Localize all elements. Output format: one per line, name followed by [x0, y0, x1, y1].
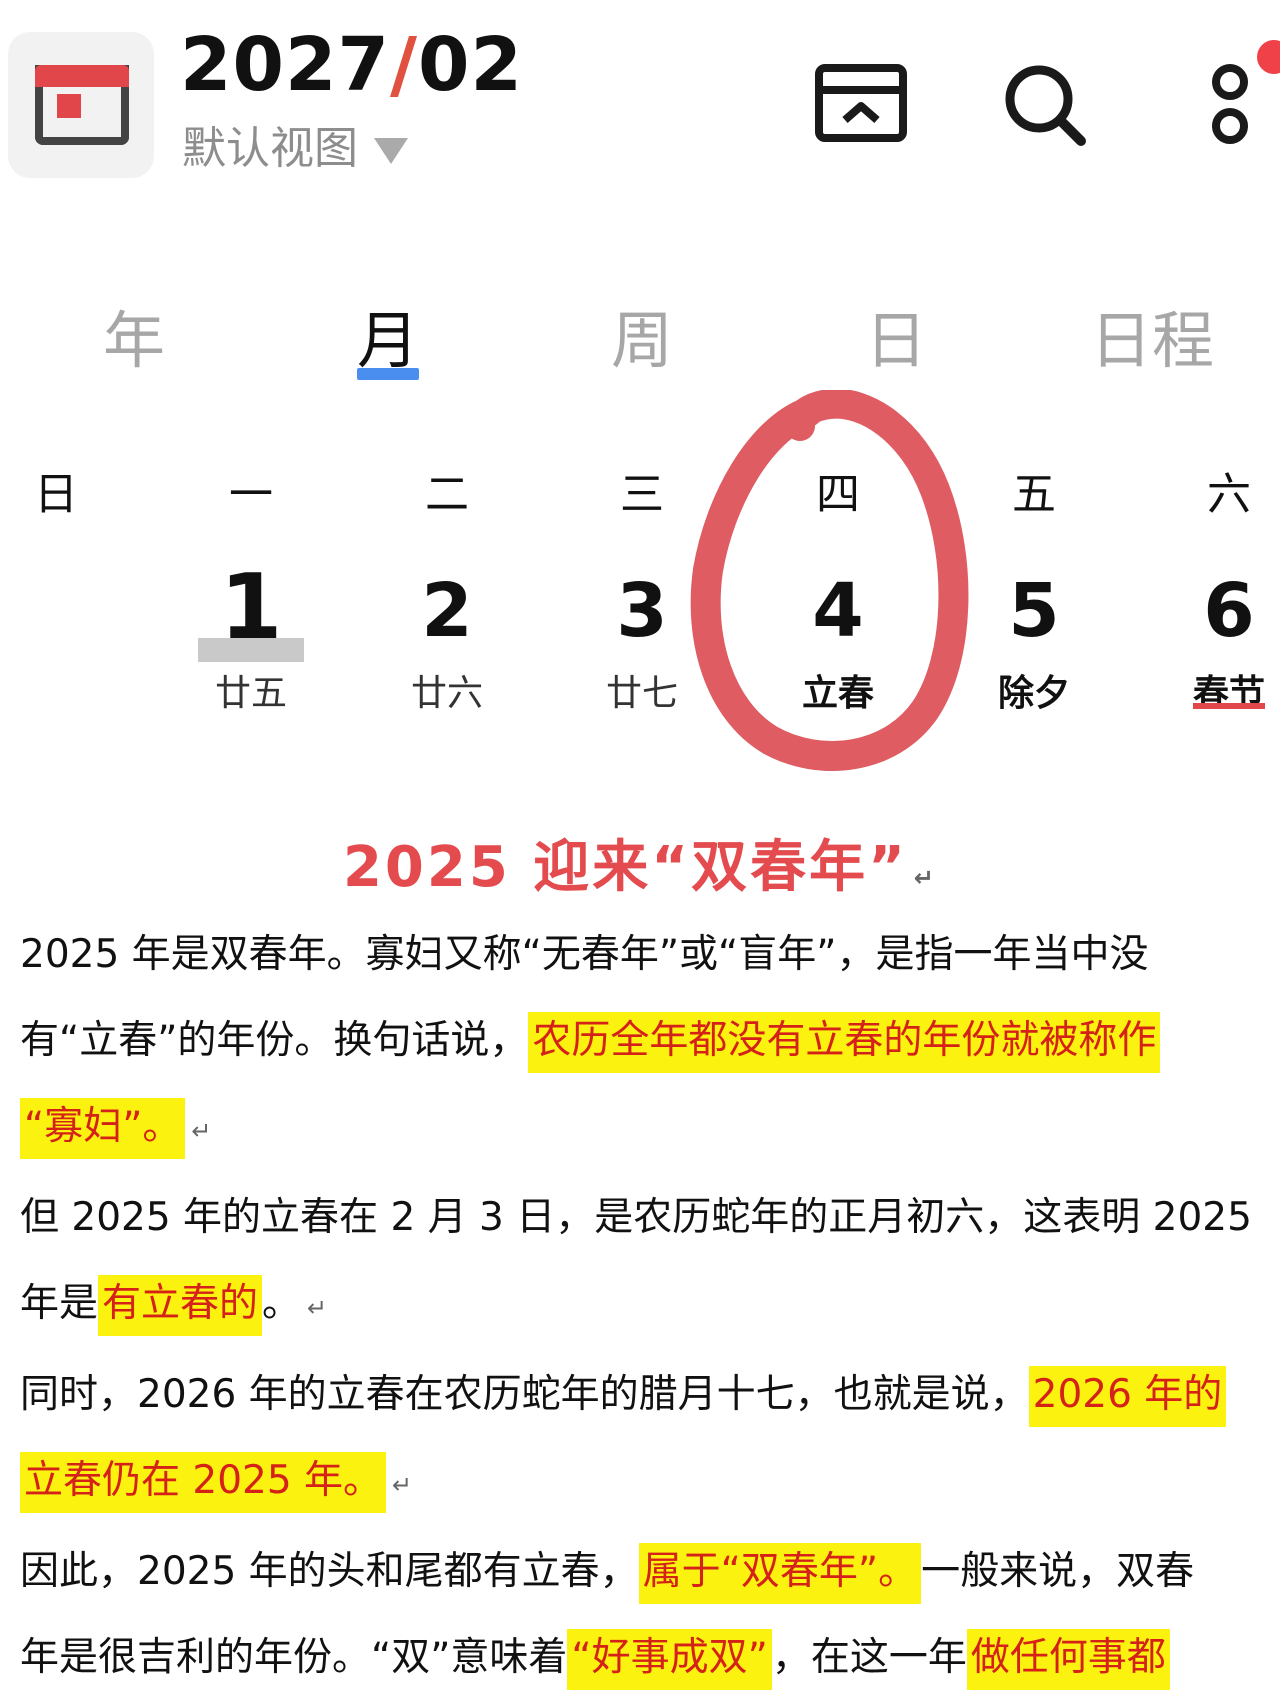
day-number: 1	[219, 555, 283, 660]
view-selector[interactable]: 默认视图	[182, 112, 408, 176]
highlighted-text: 做任何事都	[966, 1629, 1170, 1690]
article-line: 年是 有立春的。 ↵	[20, 1274, 327, 1338]
article-line: 因此，2025 年的头和尾都有立春， 属于“双春年”。 一般来说，双春	[20, 1542, 1195, 1604]
article-line: 同时，2026 年的立春在农历蛇年的腊月十七，也就是说， 2026 年的	[20, 1365, 1227, 1427]
article-line: 年是很吉利的年份。“双”意味着 “好事成双” ，在这一年 做任何事都	[20, 1628, 1170, 1690]
body-text: 。	[262, 1281, 302, 1326]
tab-month[interactable]: 月	[308, 290, 468, 380]
month-text: 02	[418, 22, 523, 108]
highlighted-text: 立春仍在 2025 年。	[20, 1452, 387, 1513]
return-mark: ↵	[392, 1471, 413, 1499]
highlighted-text: “寡妇”。	[20, 1098, 186, 1159]
tab-day[interactable]: 日	[816, 290, 976, 380]
lunar-date: 廿六	[410, 673, 483, 714]
more-dots-icon[interactable]	[1206, 62, 1254, 146]
article-line: 2025 年是双春年。寡妇又称“无春年”或“盲年”，是指一年当中没	[20, 925, 1148, 985]
tab-schedule[interactable]: 日程	[1072, 290, 1232, 380]
article-line: 但 2025 年的立春在 2 月 3 日，是农历蛇年的正月初六，这表明 2025	[20, 1188, 1252, 1248]
festival-label: 除夕	[997, 673, 1070, 714]
body-text: ，在这一年	[771, 1635, 967, 1680]
festival-underline	[1193, 703, 1265, 709]
body-text: 同时，2026 年的立春在农历蛇年的腊月十七，也就是说，	[20, 1372, 1029, 1417]
body-text: 年是	[20, 1281, 99, 1326]
body-text: 因此，2025 年的头和尾都有立春，	[20, 1549, 639, 1594]
return-mark: ↵	[191, 1117, 212, 1145]
red-circle-annotation	[690, 390, 969, 771]
body-text: 一般来说，双春	[921, 1549, 1195, 1594]
highlighted-text: 2026 年的	[1028, 1366, 1227, 1427]
calendar-app-icon[interactable]	[8, 32, 154, 178]
active-tab-indicator	[357, 368, 419, 380]
tab-year[interactable]: 年	[54, 290, 214, 380]
year-month-title[interactable]: 2027/02	[180, 22, 523, 108]
weekday-tue: 二	[425, 469, 469, 520]
tab-week[interactable]: 周	[562, 290, 722, 380]
year-text: 2027	[180, 22, 390, 108]
weekday-fri: 五	[1012, 469, 1056, 520]
article-line: 有“立春”的年份。换句话说， 农历全年都没有立春的年份就被称作	[20, 1011, 1161, 1073]
body-text: 但 2025 年的立春在 2 月 3 日，是农历蛇年的正月初六，这表明 2025	[20, 1195, 1252, 1240]
year-month-separator: /	[389, 22, 418, 108]
archive-box-icon[interactable]	[815, 62, 907, 142]
weekday-sat: 六	[1207, 469, 1251, 520]
calendar-screen: 2027/02 默认视图 年 月 周 日 日程 日 一 二 三 四 五 六 1 …	[0, 0, 1280, 1706]
return-mark: ↵	[307, 1294, 328, 1322]
article-title: 2025 迎来“双春年” ↵	[0, 822, 1280, 903]
weekday-wed: 三	[620, 469, 664, 520]
article-line: “寡妇”。 ↵	[20, 1097, 212, 1161]
highlighted-text: 农历全年都没有立春的年份就被称作	[528, 1012, 1161, 1073]
article-title-text: 2025 迎来“双春年”	[342, 835, 908, 900]
body-text: 有“立春”的年份。换句话说，	[20, 1018, 529, 1063]
day-number: 6	[1203, 568, 1255, 654]
day-number: 5	[1008, 568, 1060, 654]
body-text: 2025 年是双春年。寡妇又称“无春年”或“盲年”，是指一年当中没	[20, 932, 1149, 977]
highlighted-text: “好事成双”	[567, 1629, 772, 1690]
lunar-date: 廿五	[214, 673, 287, 714]
highlighted-text: 有立春的	[98, 1275, 263, 1336]
highlighted-text: 属于“双春年”。	[638, 1543, 922, 1604]
weekday-mon: 一	[229, 469, 273, 520]
return-mark: ↵	[913, 864, 938, 892]
notification-dot	[1257, 40, 1280, 74]
search-icon[interactable]	[1002, 62, 1088, 148]
body-text: 年是很吉利的年份。“双”意味着	[20, 1635, 568, 1680]
view-selector-label: 默认视图	[182, 123, 358, 174]
weekday-sun: 日	[34, 469, 78, 520]
article-line: 立春仍在 2025 年。 ↵	[20, 1451, 412, 1515]
caret-down-icon	[374, 138, 408, 164]
day-number: 2	[421, 568, 473, 654]
